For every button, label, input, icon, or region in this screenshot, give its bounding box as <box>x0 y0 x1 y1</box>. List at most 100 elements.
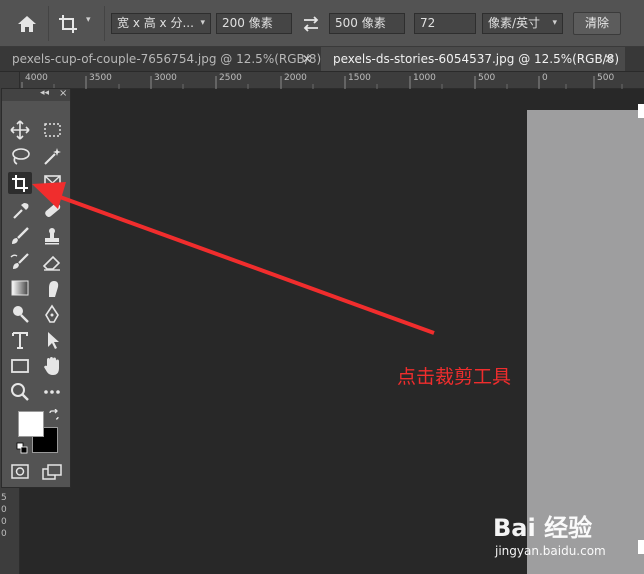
dodge-icon <box>13 306 29 323</box>
close-icon[interactable]: ✕ <box>604 47 614 71</box>
baidu-watermark: Bai 经验 jingyan.baidu.com <box>493 508 643 568</box>
crop-tool[interactable] <box>8 172 32 194</box>
ruler-label: 2000 <box>284 73 307 83</box>
ratio-preset-value: 宽 x 高 x 分... <box>117 16 194 30</box>
ruler-label: 500 <box>597 73 615 83</box>
tab-document-2[interactable]: pexels-ds-stories-6054537.jpg @ 12.5%(RG… <box>321 47 625 71</box>
height-input[interactable]: 500 像素 <box>329 13 405 34</box>
type-icon <box>12 332 28 349</box>
rectangle-tool[interactable] <box>8 355 32 377</box>
magic-wand-tool[interactable] <box>40 145 64 167</box>
eyedropper-icon <box>13 203 29 219</box>
eraser-tool[interactable] <box>40 251 64 273</box>
path-selection-tool[interactable] <box>40 329 64 351</box>
ruler-label: 0 <box>1 505 7 515</box>
lasso-icon <box>12 148 30 165</box>
hand-icon <box>44 357 59 375</box>
frame-tool[interactable] <box>40 172 64 194</box>
collapse-icon[interactable]: ◂◂ <box>40 88 49 98</box>
more-tools[interactable] <box>40 381 64 403</box>
healing-brush-tool[interactable] <box>40 199 64 221</box>
marquee-tool[interactable] <box>40 119 64 141</box>
horizontal-ruler[interactable]: 4000 3500 3000 2500 2000 1500 1000 500 0… <box>20 72 644 89</box>
clone-stamp-tool[interactable] <box>40 225 64 247</box>
tab-label: pexels-ds-stories-6054537.jpg @ 12.5%(RG… <box>333 52 620 66</box>
close-icon[interactable]: ✕ <box>302 47 312 71</box>
width-input[interactable]: 200 像素 <box>216 13 292 34</box>
tools-panel-header: ◂◂ × <box>2 88 70 101</box>
lasso-tool[interactable] <box>8 145 32 167</box>
rectangle-icon <box>11 359 29 373</box>
default-colors-icon[interactable] <box>16 442 28 454</box>
hand-tool[interactable] <box>40 355 64 377</box>
resolution-input[interactable]: 72 <box>414 13 476 34</box>
ruler-label: 0 <box>542 73 548 83</box>
crop-handle-top-right[interactable] <box>638 104 644 118</box>
ruler-label: 4000 <box>25 73 48 83</box>
clear-button[interactable]: 清除 <box>573 12 621 35</box>
chevron-down-icon: ▾ <box>200 18 205 28</box>
document-canvas[interactable] <box>527 110 644 574</box>
ruler-label: 500 <box>478 73 496 83</box>
ruler-ticks <box>21 76 623 89</box>
ellipsis-icon <box>44 390 60 394</box>
pen-icon <box>45 304 59 323</box>
move-tool[interactable] <box>8 119 32 141</box>
ratio-preset-select[interactable]: 宽 x 高 x 分... ▾ <box>111 13 211 34</box>
clear-label: 清除 <box>584 16 609 30</box>
arrow-cursor-icon <box>48 332 59 349</box>
crop-icon[interactable] <box>56 12 80 36</box>
magic-wand-icon <box>44 148 61 165</box>
pen-tool[interactable] <box>40 303 64 325</box>
annotation-text: 点击裁剪工具 <box>397 366 512 388</box>
rectangle-marquee-icon <box>44 123 61 137</box>
smudge-tool[interactable] <box>40 277 64 299</box>
swap-colors-icon[interactable] <box>48 409 60 421</box>
ruler-label: 0 <box>1 529 7 539</box>
gradient-icon <box>11 280 29 296</box>
tools-panel: ◂◂ × <box>1 88 71 488</box>
brush-tool[interactable] <box>8 225 32 247</box>
resolution-unit-select[interactable]: 像素/英寸 ▾ <box>482 13 563 34</box>
eyedropper-tool[interactable] <box>8 199 32 221</box>
history-brush-tool[interactable] <box>8 251 32 273</box>
type-tool[interactable] <box>8 329 32 351</box>
ruler-label: 1500 <box>348 73 371 83</box>
frame-icon <box>44 175 61 191</box>
quick-mask-icon <box>11 464 29 479</box>
close-icon[interactable]: × <box>59 88 67 99</box>
gradient-tool[interactable] <box>8 277 32 299</box>
ruler-label: 5 <box>1 493 7 503</box>
eraser-icon <box>42 255 61 271</box>
ruler-label: 3500 <box>89 73 112 83</box>
history-brush-icon <box>10 253 29 269</box>
ruler-label: 1000 <box>413 73 436 83</box>
bandage-icon <box>45 203 61 217</box>
screen-mode[interactable] <box>40 461 64 483</box>
stamp-icon <box>45 228 59 245</box>
separator <box>48 6 49 41</box>
brush-icon <box>12 227 29 244</box>
chevron-down-icon[interactable]: ▾ <box>86 15 91 25</box>
resolution-value: 72 <box>420 16 436 30</box>
quick-mask-mode[interactable] <box>8 461 32 483</box>
options-bar: ▾ 宽 x 高 x 分... ▾ 200 像素 500 像素 72 像素/英寸 … <box>0 0 644 47</box>
watermark-logo-text: Bai 经验 <box>493 514 593 542</box>
move-icon <box>10 120 30 140</box>
watermark-url: jingyan.baidu.com <box>495 544 606 558</box>
dodge-tool[interactable] <box>8 303 32 325</box>
foreground-color-swatch[interactable] <box>18 411 44 437</box>
zoom-icon <box>11 383 29 401</box>
ruler-label: 0 <box>1 517 7 527</box>
resolution-unit-value: 像素/英寸 <box>488 16 541 30</box>
swap-icon[interactable] <box>299 13 323 35</box>
zoom-tool[interactable] <box>8 381 32 403</box>
ruler-label: 2500 <box>219 73 242 83</box>
chevron-down-icon: ▾ <box>552 18 557 28</box>
home-icon[interactable] <box>14 11 40 37</box>
separator <box>104 6 105 41</box>
width-value: 200 像素 <box>222 16 273 30</box>
tab-document-1[interactable]: pexels-cup-of-couple-7656754.jpg @ 12.5%… <box>0 47 321 71</box>
document-tabs: pexels-cup-of-couple-7656754.jpg @ 12.5%… <box>0 47 644 72</box>
tab-label: pexels-cup-of-couple-7656754.jpg @ 12.5%… <box>12 52 322 66</box>
